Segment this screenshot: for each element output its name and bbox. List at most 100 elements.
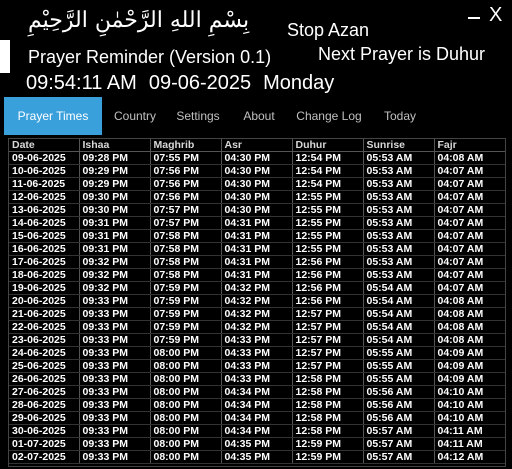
- cell-duhur: 12:56 PM: [292, 268, 364, 282]
- table-row[interactable]: 12-06-2025 09:30 PM 07:56 PM 04:30 PM 12:55 …: [9, 190, 505, 204]
- cell-sunrise: 05:53 AM: [363, 216, 435, 230]
- cell-date: 15-06-2025: [9, 229, 80, 243]
- table-row[interactable]: 19-06-2025 09:32 PM 07:59 PM 04:32 PM 12:56 …: [9, 281, 505, 295]
- table-row[interactable]: 20-06-2025 09:33 PM 07:59 PM 04:32 PM 12:56 …: [9, 294, 505, 308]
- cell-duhur: 12:55 PM: [292, 203, 364, 217]
- cell-date: 27-06-2025: [9, 385, 80, 399]
- cell-ishaa: 09:32 PM: [79, 281, 151, 295]
- table-row[interactable]: 21-06-2025 09:33 PM 07:59 PM 04:32 PM 12:57 …: [9, 307, 505, 321]
- cell-asr: 04:35 PM: [221, 437, 293, 451]
- table-row[interactable]: 25-06-2025 09:33 PM 08:00 PM 04:33 PM 12:57 …: [9, 359, 505, 373]
- column-header-duhur[interactable]: Duhur: [292, 139, 364, 152]
- cell-sunrise: 05:56 AM: [363, 411, 435, 425]
- column-header-ishaa[interactable]: Ishaa: [79, 139, 151, 152]
- cell-ishaa: 09:31 PM: [79, 216, 151, 230]
- cell-asr: 04:34 PM: [221, 385, 293, 399]
- cell-maghrib: 07:59 PM: [150, 307, 222, 321]
- column-header-maghrib[interactable]: Maghrib: [150, 139, 222, 152]
- cell-maghrib: 08:00 PM: [150, 450, 222, 464]
- table-row[interactable]: 18-06-2025 09:32 PM 07:58 PM 04:31 PM 12:56 …: [9, 268, 505, 282]
- cell-fajr: 04:07 AM: [434, 177, 505, 191]
- cell-maghrib: 07:56 PM: [150, 177, 222, 191]
- cell-date: 12-06-2025: [9, 190, 80, 204]
- tab-today[interactable]: Today: [372, 97, 428, 135]
- cell-ishaa: 09:30 PM: [79, 203, 151, 217]
- cell-asr: 04:30 PM: [221, 177, 293, 191]
- table-row[interactable]: 23-06-2025 09:33 PM 07:59 PM 04:33 PM 12:57 …: [9, 333, 505, 347]
- cell-fajr: 04:09 AM: [434, 359, 505, 373]
- table-row[interactable]: 26-06-2025 09:33 PM 08:00 PM 04:33 PM 12:58 …: [9, 372, 505, 386]
- table-row[interactable]: 09-06-2025 09:28 PM 07:55 PM 04:30 PM 12:54 …: [9, 151, 505, 165]
- cell-duhur: 12:58 PM: [292, 424, 364, 438]
- cell-ishaa: 09:33 PM: [79, 320, 151, 334]
- cell-sunrise: 05:53 AM: [363, 203, 435, 217]
- cell-sunrise: 05:53 AM: [363, 268, 435, 282]
- cell-fajr: 04:07 AM: [434, 229, 505, 243]
- cell-fajr: 04:08 AM: [434, 151, 505, 165]
- column-header-asr[interactable]: Asr: [221, 139, 293, 152]
- cell-date: 14-06-2025: [9, 216, 80, 230]
- table-row[interactable]: 28-06-2025 09:33 PM 08:00 PM 04:34 PM 12:58 …: [9, 398, 505, 412]
- stop-azan-button[interactable]: Stop Azan: [287, 19, 369, 41]
- cell-date: 18-06-2025: [9, 268, 80, 282]
- table-row[interactable]: 17-06-2025 09:32 PM 07:58 PM 04:31 PM 12:56 …: [9, 255, 505, 269]
- table-row[interactable]: 22-06-2025 09:33 PM 07:59 PM 04:32 PM 12:57 …: [9, 320, 505, 334]
- cell-sunrise: 05:54 AM: [363, 281, 435, 295]
- cell-duhur: 12:55 PM: [292, 242, 364, 256]
- cell-date: 28-06-2025: [9, 398, 80, 412]
- table-row[interactable]: 29-06-2025 09:33 PM 08:00 PM 04:34 PM 12:58 …: [9, 411, 505, 425]
- cell-sunrise: 05:56 AM: [363, 398, 435, 412]
- cell-fajr: 04:07 AM: [434, 242, 505, 256]
- cell-ishaa: 09:33 PM: [79, 450, 151, 464]
- cell-fajr: 04:10 AM: [434, 398, 505, 412]
- cell-fajr: 04:07 AM: [434, 281, 505, 295]
- table-row[interactable]: 14-06-2025 09:31 PM 07:57 PM 04:31 PM 12:55 …: [9, 216, 505, 230]
- cell-ishaa: 09:33 PM: [79, 307, 151, 321]
- cell-date: 29-06-2025: [9, 411, 80, 425]
- cell-fajr: 04:07 AM: [434, 203, 505, 217]
- cell-sunrise: 05:55 AM: [363, 346, 435, 360]
- table-row[interactable]: 27-06-2025 09:33 PM 08:00 PM 04:34 PM 12:58 …: [9, 385, 505, 399]
- tab-settings[interactable]: Settings: [168, 97, 228, 135]
- tab-country[interactable]: Country: [106, 97, 164, 135]
- cell-date: 01-07-2025: [9, 437, 80, 451]
- table-row[interactable]: 11-06-2025 09:29 PM 07:56 PM 04:30 PM 12:54 …: [9, 177, 505, 191]
- cell-duhur: 12:59 PM: [292, 450, 364, 464]
- prayer-times-table[interactable]: Date Ishaa Maghrib Asr Duhur Sunrise Faj…: [8, 138, 506, 467]
- cell-fajr: 04:10 AM: [434, 411, 505, 425]
- cell-sunrise: 05:53 AM: [363, 242, 435, 256]
- column-header-fajr[interactable]: Fajr: [434, 139, 505, 152]
- table-row[interactable]: 15-06-2025 09:31 PM 07:58 PM 04:31 PM 12:55 …: [9, 229, 505, 243]
- cell-asr: 04:30 PM: [221, 164, 293, 178]
- tab-change-log[interactable]: Change Log: [290, 97, 368, 135]
- cell-asr: 04:31 PM: [221, 268, 293, 282]
- cell-duhur: 12:57 PM: [292, 333, 364, 347]
- tab-bar: Prayer Times Country Settings About Chan…: [0, 97, 512, 135]
- table-row[interactable]: 16-06-2025 09:31 PM 07:58 PM 04:31 PM 12:55 …: [9, 242, 505, 256]
- table-row[interactable]: 01-07-2025 09:33 PM 08:00 PM 04:35 PM 12:59 …: [9, 437, 505, 451]
- minimize-icon[interactable]: [468, 8, 482, 26]
- cell-fajr: 04:09 AM: [434, 372, 505, 386]
- cell-asr: 04:35 PM: [221, 450, 293, 464]
- table-row[interactable]: 10-06-2025 09:29 PM 07:56 PM 04:30 PM 12:54 …: [9, 164, 505, 178]
- tab-prayer-times[interactable]: Prayer Times: [4, 97, 102, 135]
- close-icon[interactable]: X: [489, 4, 507, 26]
- cell-asr: 04:33 PM: [221, 333, 293, 347]
- cell-maghrib: 07:59 PM: [150, 281, 222, 295]
- cell-sunrise: 05:56 AM: [363, 385, 435, 399]
- tab-about[interactable]: About: [232, 97, 286, 135]
- cell-date: 24-06-2025: [9, 346, 80, 360]
- table-row[interactable]: 02-07-2025 09:33 PM 08:00 PM 04:35 PM 12:59 …: [9, 450, 505, 464]
- table-row[interactable]: 24-06-2025 09:33 PM 08:00 PM 04:33 PM 12:57 …: [9, 346, 505, 360]
- cell-asr: 04:32 PM: [221, 307, 293, 321]
- cell-sunrise: 05:54 AM: [363, 320, 435, 334]
- cell-date: 25-06-2025: [9, 359, 80, 373]
- cell-duhur: 12:54 PM: [292, 151, 364, 165]
- column-header-date[interactable]: Date: [9, 139, 80, 152]
- cell-ishaa: 09:33 PM: [79, 398, 151, 412]
- table-row[interactable]: 13-06-2025 09:30 PM 07:57 PM 04:30 PM 12:55 …: [9, 203, 505, 217]
- current-date: 09-06-2025: [148, 72, 252, 94]
- column-header-sunrise[interactable]: Sunrise: [363, 139, 435, 152]
- cell-sunrise: 05:55 AM: [363, 372, 435, 386]
- table-row[interactable]: 30-06-2025 09:33 PM 08:00 PM 04:34 PM 12:58 …: [9, 424, 505, 438]
